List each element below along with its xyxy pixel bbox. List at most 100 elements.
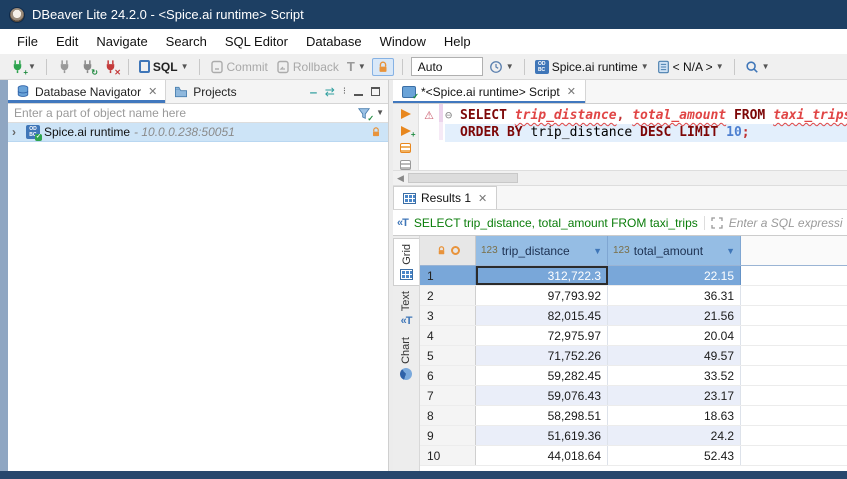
expand-chevron-icon[interactable]: › (12, 125, 22, 139)
scrollbar-thumb[interactable] (408, 173, 518, 183)
minimize-icon[interactable] (354, 88, 363, 96)
chevron-down-icon[interactable]: ▼ (376, 109, 384, 117)
cell-trip-distance[interactable]: 58,298.51 (476, 406, 608, 425)
menu-sql-editor[interactable]: SQL Editor (216, 31, 297, 52)
cell-trip-distance[interactable]: 59,076.43 (476, 386, 608, 405)
link-with-editor-icon[interactable]: ⇄ (325, 85, 335, 99)
cell-total-amount[interactable]: 23.17 (608, 386, 741, 405)
connect-button[interactable] (55, 57, 74, 76)
tab-chart-view[interactable]: Chart (393, 332, 419, 385)
tab-sql-script[interactable]: ✓ *<Spice.ai runtime> Script ✕ (393, 80, 586, 103)
column-header-trip-distance[interactable]: 123 trip_distance ▼ (476, 236, 608, 265)
cell-total-amount[interactable]: 36.31 (608, 286, 741, 305)
transaction-mode-button[interactable]: T ▼ (345, 57, 368, 76)
maximize-icon[interactable] (371, 87, 380, 96)
table-row[interactable]: 759,076.4323.17 (420, 386, 847, 406)
cell-total-amount[interactable]: 20.04 (608, 326, 741, 345)
cell-trip-distance[interactable]: 59,282.45 (476, 366, 608, 385)
view-menu-icon[interactable]: ⁝ (343, 86, 346, 97)
commit-button[interactable]: Commit (208, 58, 270, 76)
cell-total-amount[interactable]: 52.43 (608, 446, 741, 465)
table-row[interactable]: 951,619.3624.2 (420, 426, 847, 446)
row-number[interactable]: 2 (420, 286, 476, 305)
close-icon[interactable]: ✕ (148, 85, 157, 98)
tab-results-1[interactable]: Results 1 ✕ (393, 186, 497, 209)
object-filter-input[interactable]: Enter a part of object name here (14, 106, 357, 120)
disconnect-button[interactable]: ✕ (101, 57, 120, 76)
cell-total-amount[interactable]: 22.15 (608, 266, 741, 285)
code-lines[interactable]: ⊖SELECT trip_distance, total_amount FROM… (443, 104, 847, 170)
close-icon[interactable]: ✕ (567, 85, 576, 98)
tab-text-view[interactable]: Text «T (393, 286, 419, 332)
expand-icon[interactable] (711, 217, 723, 229)
filter-funnel-icon[interactable]: ✓ (357, 107, 371, 120)
sort-descending-icon[interactable]: ▼ (593, 246, 602, 256)
rollback-button[interactable]: Rollback (274, 58, 341, 76)
sort-descending-icon[interactable]: ▼ (726, 246, 735, 256)
menu-navigate[interactable]: Navigate (87, 31, 156, 52)
cell-trip-distance[interactable]: 72,975.97 (476, 326, 608, 345)
row-number[interactable]: 8 (420, 406, 476, 425)
reconnect-button[interactable]: ↻ (78, 57, 97, 76)
result-filter-input[interactable]: Enter a SQL expression to (729, 216, 843, 230)
active-database-selector[interactable]: < N/A > ▼ (655, 58, 726, 76)
editor-horizontal-scrollbar[interactable]: ◀ (393, 170, 847, 186)
cell-total-amount[interactable]: 18.63 (608, 406, 741, 425)
row-number[interactable]: 9 (420, 426, 476, 445)
script-icon[interactable] (400, 160, 411, 170)
cell-trip-distance[interactable]: 97,793.92 (476, 286, 608, 305)
autocommit-lock-toggle[interactable] (372, 58, 394, 76)
table-row[interactable]: 472,975.9720.04 (420, 326, 847, 346)
column-header-total-amount[interactable]: 123 total_amount ▼ (608, 236, 741, 265)
grid-corner-cell[interactable] (420, 236, 476, 265)
row-number[interactable]: 10 (420, 446, 476, 465)
cell-total-amount[interactable]: 21.56 (608, 306, 741, 325)
code-line[interactable]: ORDER BY trip_distance DESC LIMIT 10; (445, 124, 847, 142)
table-row[interactable]: 571,752.2649.57 (420, 346, 847, 366)
cell-total-amount[interactable]: 49.57 (608, 346, 741, 365)
cell-trip-distance[interactable]: 82,015.45 (476, 306, 608, 325)
table-row[interactable]: 1044,018.6452.43 (420, 446, 847, 466)
connection-tree-item[interactable]: › ODBC✓ Spice.ai runtime - 10.0.0.238:50… (8, 123, 388, 142)
table-row[interactable]: 1312,722.322.15 (420, 266, 847, 286)
tab-database-navigator[interactable]: Database Navigator ✕ (8, 80, 166, 103)
transaction-log-button[interactable]: ▼ (487, 58, 516, 76)
cell-total-amount[interactable]: 33.52 (608, 366, 741, 385)
execute-script-icon[interactable] (400, 143, 411, 153)
search-button[interactable]: ▼ (743, 58, 772, 76)
active-connection-selector[interactable]: ODBC Spice.ai runtime ▼ (533, 58, 651, 76)
tab-projects[interactable]: Projects (166, 80, 244, 103)
row-number[interactable]: 3 (420, 306, 476, 325)
scroll-left-icon[interactable]: ◀ (393, 173, 408, 184)
execute-statement-icon[interactable] (401, 109, 411, 119)
collapse-all-icon[interactable]: ‒ (310, 85, 317, 99)
cell-trip-distance[interactable]: 312,722.3 (476, 266, 608, 285)
menu-search[interactable]: Search (157, 31, 216, 52)
row-number[interactable]: 1 (420, 266, 476, 285)
sql-editor-button[interactable]: SQL ▼ (137, 58, 191, 76)
new-connection-button[interactable]: + ▼ (8, 57, 38, 76)
menu-database[interactable]: Database (297, 31, 371, 52)
cell-trip-distance[interactable]: 51,619.36 (476, 426, 608, 445)
transaction-mode-combo[interactable]: Auto (411, 57, 483, 76)
menu-help[interactable]: Help (435, 31, 480, 52)
menu-file[interactable]: File (8, 31, 47, 52)
cell-total-amount[interactable]: 24.2 (608, 426, 741, 445)
table-row[interactable]: 659,282.4533.52 (420, 366, 847, 386)
row-number[interactable]: 7 (420, 386, 476, 405)
row-number[interactable]: 5 (420, 346, 476, 365)
close-icon[interactable]: ✕ (478, 192, 487, 205)
execute-new-tab-icon[interactable]: + (401, 126, 411, 136)
table-row[interactable]: 297,793.9236.31 (420, 286, 847, 306)
menu-edit[interactable]: Edit (47, 31, 87, 52)
row-number[interactable]: 4 (420, 326, 476, 345)
fold-collapse-icon[interactable]: ⊖ (445, 106, 460, 124)
tab-grid-view[interactable]: Grid (393, 238, 419, 286)
table-row[interactable]: 382,015.4521.56 (420, 306, 847, 326)
row-number[interactable]: 6 (420, 366, 476, 385)
menu-window[interactable]: Window (371, 31, 435, 52)
cell-trip-distance[interactable]: 44,018.64 (476, 446, 608, 465)
code-line[interactable]: ⊖SELECT trip_distance, total_amount FROM… (445, 106, 847, 124)
table-row[interactable]: 858,298.5118.63 (420, 406, 847, 426)
cell-trip-distance[interactable]: 71,752.26 (476, 346, 608, 365)
